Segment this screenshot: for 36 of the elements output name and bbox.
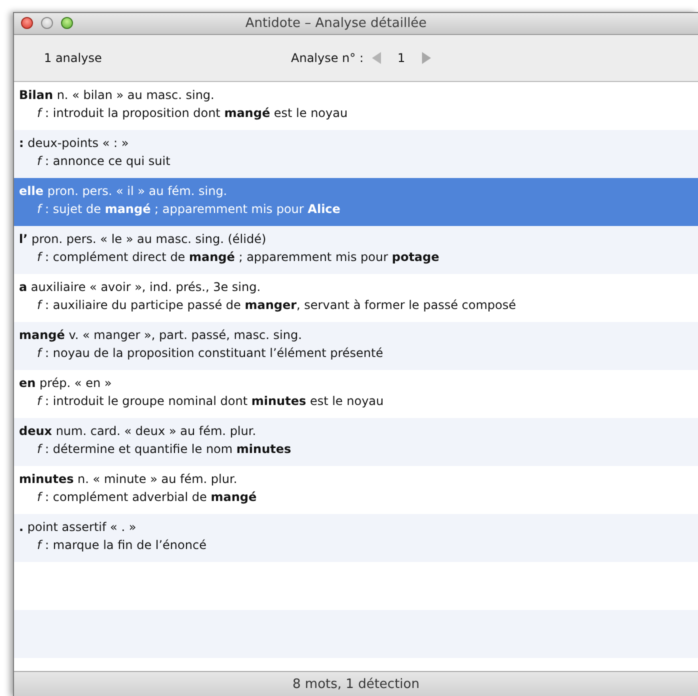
- word-function: f : sujet de mangé ; apparemment mis pour Alice: [36, 201, 342, 218]
- zoom-button[interactable]: [61, 17, 73, 29]
- word-description: mangé v. « manger », part. passé, masc. sing.: [19, 327, 303, 344]
- word-function: f : détermine et quantifie le nom minutes: [36, 441, 292, 458]
- word-description: Bilan n. « bilan » au masc. sing.: [19, 87, 216, 104]
- word-function: f : complément direct de mangé ; apparemment mis pour potage: [36, 249, 440, 266]
- analysis-row[interactable]: . point assertif « . » f : marque la fin de l’énoncé: [14, 514, 698, 562]
- word-function: f : noyau de la proposition constituant l’élément présenté: [36, 345, 384, 362]
- word-description: elle pron. pers. « il » au fém. sing.: [19, 183, 228, 200]
- word-function: f : introduit le groupe nominal dont minutes est le noyau: [36, 393, 385, 410]
- word-function: f : complément adverbial de mangé: [36, 489, 258, 506]
- analysis-row[interactable]: : deux-points « : » f : annonce ce qui suit: [14, 130, 698, 178]
- word-description: deux num. card. « deux » au fém. plur.: [19, 423, 258, 440]
- next-arrow-icon[interactable]: [421, 52, 432, 64]
- word-description: en prép. « en »: [19, 375, 113, 392]
- analysis-number: 1: [396, 51, 406, 65]
- word-function: f : auxiliaire du participe passé de manger, servant à former le passé composé: [36, 297, 518, 314]
- word-description: l’ pron. pers. « le » au masc. sing. (élidé): [19, 231, 268, 248]
- word-function: f : annonce ce qui suit: [36, 153, 172, 170]
- analysis-row[interactable]: mangé v. « manger », part. passé, masc. sing. f : noyau de la proposition constituant l’élément présenté: [14, 322, 698, 370]
- minimize-button[interactable]: [41, 17, 53, 29]
- analysis-row[interactable]: elle pron. pers. « il » au fém. sing. f : sujet de mangé ; apparemment mis pour Alice: [14, 178, 698, 226]
- analysis-label: Analyse n° :: [291, 51, 364, 65]
- window-title: Antidote – Analyse détaillée: [245, 16, 427, 31]
- word-description: . point assertif « . »: [19, 519, 138, 536]
- word-description: minutes n. « minute » au fém. plur.: [19, 471, 238, 488]
- word-function: f : introduit la proposition dont mangé est le noyau: [36, 105, 349, 122]
- status-text: 8 mots, 1 détection: [292, 677, 420, 692]
- analysis-row[interactable]: deux num. card. « deux » au fém. plur. f : détermine et quantifie le nom minutes: [14, 418, 698, 466]
- word-function: f : marque la fin de l’énoncé: [36, 537, 208, 554]
- analysis-row[interactable]: l’ pron. pers. « le » au masc. sing. (élidé) f : complément direct de mangé ; apparemment mis pour potage: [14, 226, 698, 274]
- close-button[interactable]: [21, 17, 33, 29]
- previous-arrow-icon[interactable]: [372, 52, 382, 64]
- word-description: a auxiliaire « avoir », ind. prés., 3e sing.: [19, 279, 262, 296]
- analysis-count: 1 analyse: [44, 51, 103, 65]
- word-description: : deux-points « : »: [19, 135, 130, 152]
